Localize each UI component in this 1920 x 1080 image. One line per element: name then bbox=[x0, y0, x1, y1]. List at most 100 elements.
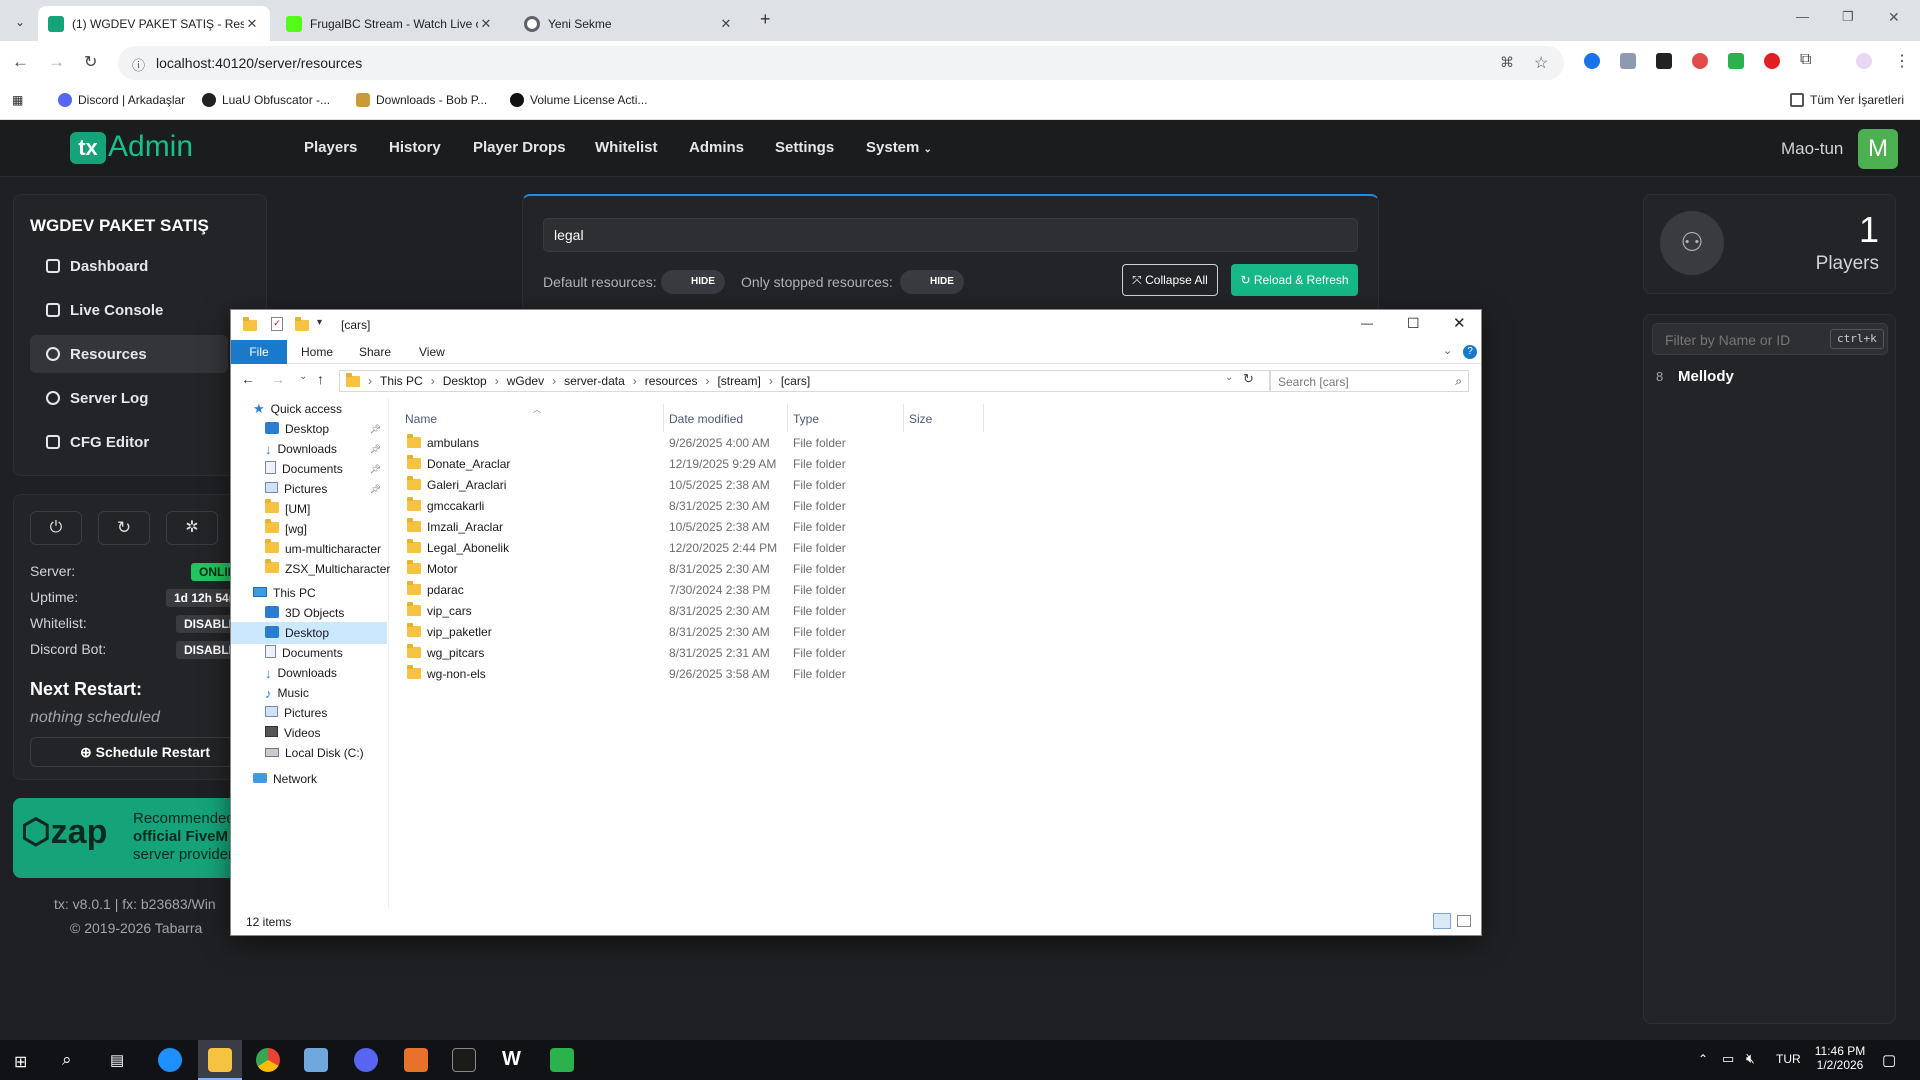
file-explorer-icon[interactable] bbox=[208, 1048, 232, 1072]
chevron-up-icon[interactable]: ⌃ bbox=[1698, 1052, 1708, 1066]
path-segment[interactable]: [stream] bbox=[717, 374, 760, 388]
nav-history[interactable]: History bbox=[389, 139, 441, 156]
file-row[interactable]: Legal_Abonelik 12/20/2025 2:44 PM File fol… bbox=[401, 537, 1471, 558]
all-bookmarks[interactable]: Tüm Yer İşaretleri bbox=[1790, 93, 1904, 107]
column-divider[interactable] bbox=[983, 404, 984, 432]
nav-tree-item[interactable]: ZSX_Multicharacter bbox=[231, 558, 390, 580]
default-resources-toggle[interactable]: HIDE bbox=[661, 270, 725, 294]
task-view-icon[interactable]: ▤ bbox=[110, 1051, 124, 1069]
nav-tree-item[interactable]: [UM] bbox=[231, 498, 387, 520]
xampp-icon[interactable] bbox=[404, 1048, 428, 1072]
restart-button[interactable]: ↻ bbox=[98, 511, 150, 545]
file-row[interactable]: wg-non-els 9/26/2025 3:58 AM File folder bbox=[401, 663, 1471, 684]
nav-admins[interactable]: Admins bbox=[689, 139, 744, 156]
tab-0[interactable]: (1) WGDEV PAKET SATIŞ - Resources ✕ bbox=[38, 6, 270, 41]
sidebar-item-server-log[interactable]: Server Log bbox=[30, 379, 228, 417]
forward-arrow-icon[interactable]: → bbox=[271, 371, 285, 387]
schedule-restart-button[interactable]: ⊕ Schedule Restart bbox=[30, 737, 260, 767]
close-icon[interactable]: ✕ bbox=[244, 16, 260, 32]
recent-locations-icon[interactable]: ⌄ bbox=[299, 371, 307, 382]
column-header-name[interactable]: Name bbox=[405, 412, 437, 426]
notepad-plus-icon[interactable] bbox=[550, 1048, 574, 1072]
path-segment[interactable]: [cars] bbox=[781, 374, 810, 388]
clock[interactable]: 11:46 PM 1/2/2026 bbox=[1810, 1044, 1870, 1072]
bookmark-discord[interactable]: Discord | Arkadaşlar bbox=[58, 93, 185, 107]
nav-tree-item[interactable]: Desktop 📌︎ bbox=[231, 418, 387, 440]
txadmin-logo-icon[interactable]: tx bbox=[70, 132, 106, 164]
tab-1[interactable]: FrugalBC Stream - Watch Live on Kick ✕ bbox=[276, 6, 504, 41]
reload-refresh-button[interactable]: ↻ Reload & Refresh bbox=[1231, 264, 1358, 296]
nav-tree-item[interactable]: Pictures 📌︎ bbox=[231, 478, 387, 500]
collapse-all-button[interactable]: ⤧ Collapse All bbox=[1122, 264, 1218, 296]
notifications-icon[interactable]: ▢ bbox=[1882, 1051, 1896, 1069]
forward-arrow-icon[interactable]: → bbox=[48, 52, 65, 72]
ribbon-tab-view[interactable]: View bbox=[419, 345, 445, 359]
nav-tree-item[interactable]: Desktop bbox=[231, 622, 387, 644]
new-tab-button[interactable]: + bbox=[760, 9, 771, 30]
nav-settings[interactable]: Settings bbox=[775, 139, 834, 156]
sidebar-item-cfg-editor[interactable]: CFG Editor bbox=[30, 423, 228, 461]
column-header-type[interactable]: Type bbox=[793, 412, 819, 426]
ribbon-tab-home[interactable]: Home bbox=[301, 345, 333, 359]
puzzle-icon[interactable]: ⧉ bbox=[1800, 51, 1811, 69]
path-segment[interactable]: resources bbox=[645, 374, 698, 388]
file-row[interactable]: gmccakarli 8/31/2025 2:30 AM File folder bbox=[401, 495, 1471, 516]
resource-search-input[interactable]: legal bbox=[543, 218, 1358, 252]
network-icon[interactable]: ▭ bbox=[1722, 1051, 1734, 1067]
file-row[interactable]: Galeri_Araclari 10/5/2025 2:38 AM File fol… bbox=[401, 474, 1471, 495]
nav-tree-item[interactable]: This PC bbox=[231, 582, 387, 604]
large-icons-view-icon[interactable] bbox=[1457, 915, 1471, 927]
search-icon[interactable]: ⌕ bbox=[62, 1050, 72, 1070]
minimize-button[interactable]: — bbox=[1796, 9, 1809, 24]
site-info-icon[interactable]: ⓘ bbox=[132, 55, 145, 74]
stopped-resources-toggle[interactable]: HIDE bbox=[900, 270, 964, 294]
file-row[interactable]: pdarac 7/30/2024 2:38 PM File folder bbox=[401, 579, 1471, 600]
nav-whitelist[interactable]: Whitelist bbox=[595, 139, 658, 156]
nav-tree-item[interactable]: ↓ Downloads 📌︎ bbox=[231, 438, 387, 460]
nav-tree-item[interactable]: ↓ Downloads bbox=[231, 662, 387, 684]
minimize-button[interactable]: — bbox=[1361, 316, 1373, 330]
nav-tree-item[interactable]: Documents 📌︎ bbox=[231, 458, 387, 480]
path-segment[interactable]: server-data bbox=[564, 374, 625, 388]
menu-icon[interactable]: ⋮ bbox=[1894, 51, 1910, 71]
address-path-bar[interactable]: › This PC › Desktop › wGdev › server-data › … bbox=[339, 370, 1271, 392]
language-indicator[interactable]: TUR bbox=[1776, 1052, 1801, 1066]
sidebar-item-live-console[interactable]: Live Console bbox=[30, 291, 228, 329]
player-name[interactable]: Mellody bbox=[1678, 368, 1734, 385]
username[interactable]: Mao-tun bbox=[1781, 139, 1843, 159]
close-icon[interactable]: ✕ bbox=[478, 16, 494, 32]
file-row[interactable]: vip_cars 8/31/2025 2:30 AM File folder bbox=[401, 600, 1471, 621]
column-header-size[interactable]: Size bbox=[909, 412, 932, 426]
column-divider[interactable] bbox=[903, 404, 904, 432]
sidebar-item-resources[interactable]: Resources bbox=[30, 335, 228, 373]
nav-tree-item[interactable]: um-multicharacter bbox=[231, 538, 387, 560]
windows-start-icon[interactable]: ⊞ bbox=[14, 1052, 27, 1072]
ribbon-tab-share[interactable]: Share bbox=[359, 345, 391, 359]
file-row[interactable]: Donate_Araclar 12/19/2025 9:29 AM File fol… bbox=[401, 453, 1471, 474]
ribbon-tab-file[interactable]: File bbox=[231, 340, 287, 364]
path-segment[interactable]: This PC bbox=[380, 374, 423, 388]
file-row[interactable]: ambulans 9/26/2025 4:00 AM File folder bbox=[401, 432, 1471, 453]
details-view-icon[interactable] bbox=[1433, 913, 1451, 929]
chrome-icon[interactable] bbox=[256, 1048, 280, 1072]
restore-button[interactable]: ❐ bbox=[1842, 9, 1854, 25]
address-bar[interactable]: ⓘ localhost:40120/server/resources ⌘ ☆ bbox=[118, 46, 1564, 80]
path-dropdown-icon[interactable]: ⌄ bbox=[1225, 372, 1233, 383]
avatar[interactable]: M bbox=[1858, 129, 1898, 169]
nav-tree-item[interactable]: 3D Objects bbox=[231, 602, 387, 624]
tab-search-button[interactable]: ⌄ bbox=[10, 12, 30, 32]
file-row[interactable]: wg_pitcars 8/31/2025 2:31 AM File folder bbox=[401, 642, 1471, 663]
close-window-button[interactable]: ✕ bbox=[1453, 314, 1466, 332]
volume-muted-icon[interactable]: 🔇︎ bbox=[1746, 1050, 1755, 1067]
apps-grid-icon[interactable]: ▦ bbox=[12, 93, 23, 107]
extension-icon[interactable] bbox=[1728, 53, 1744, 69]
close-icon[interactable]: ✕ bbox=[718, 16, 734, 32]
discord-icon[interactable] bbox=[354, 1048, 378, 1072]
bookmark-luau[interactable]: LuaU Obfuscator -... bbox=[202, 93, 330, 107]
nav-tree-item[interactable]: Local Disk (C:) bbox=[231, 742, 387, 764]
bookmark-star-icon[interactable]: ☆ bbox=[1534, 53, 1548, 73]
nav-tree-item[interactable]: Videos bbox=[231, 722, 387, 744]
reload-icon[interactable]: ↻ bbox=[84, 52, 97, 72]
help-icon[interactable]: ? bbox=[1463, 345, 1477, 359]
nav-players[interactable]: Players bbox=[304, 139, 357, 156]
